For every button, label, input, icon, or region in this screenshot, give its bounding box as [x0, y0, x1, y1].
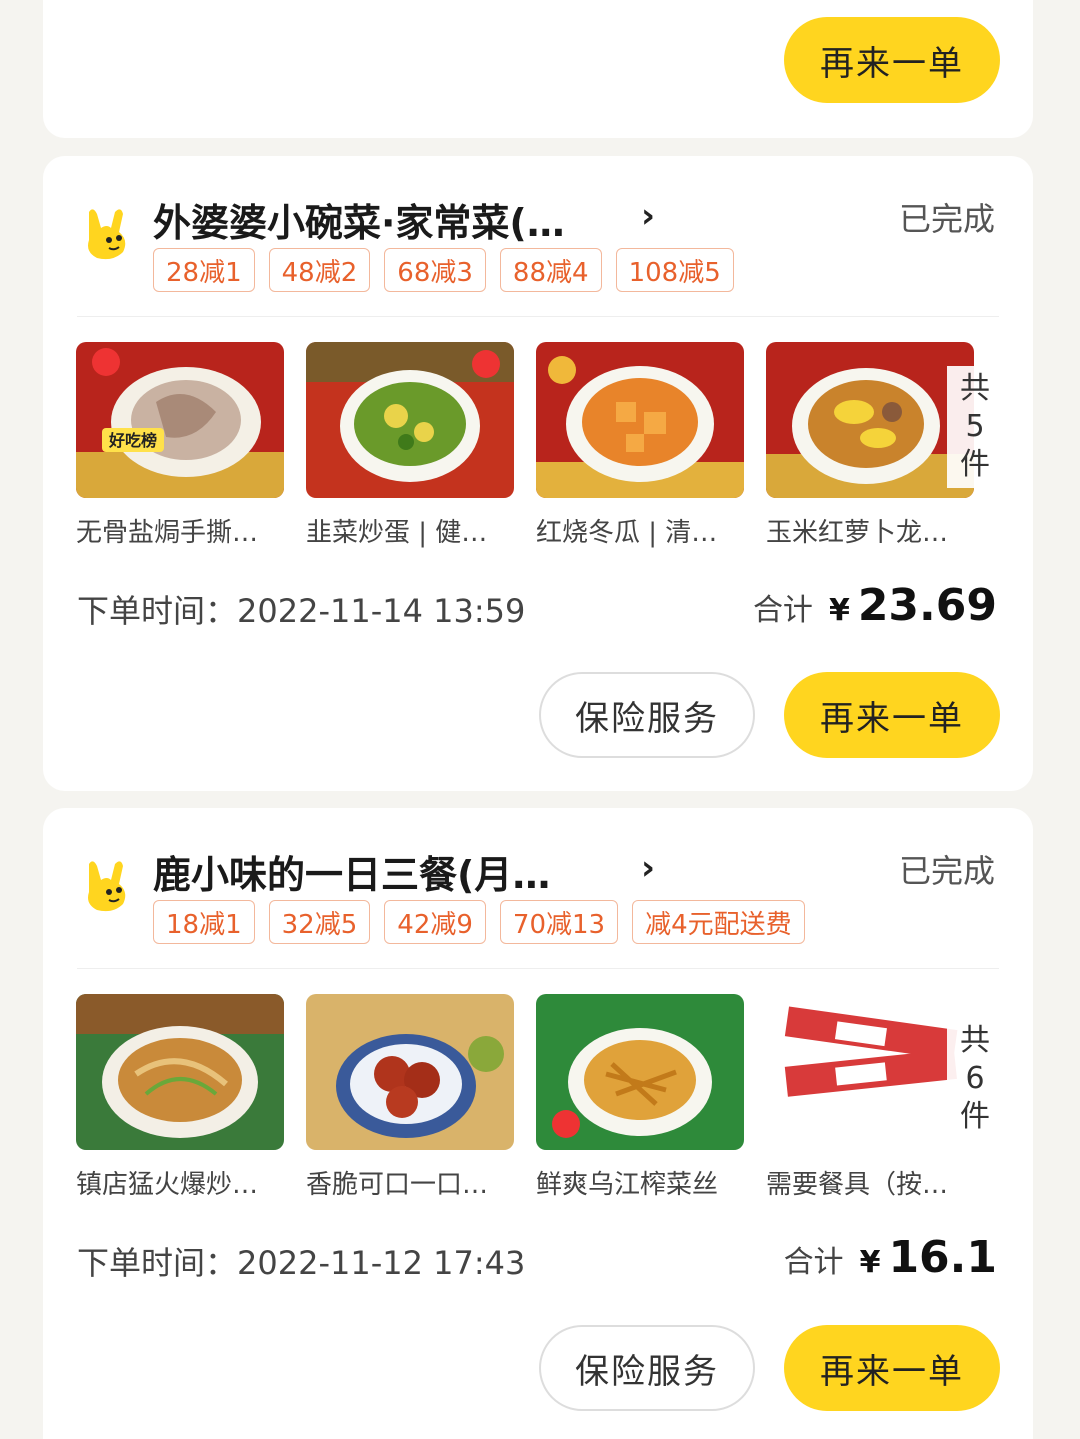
promo-tag: 28减1 [153, 248, 255, 292]
total-amount: 23.69 [857, 580, 997, 631]
chevron-right-icon[interactable]: › [641, 196, 655, 236]
food-image [766, 342, 974, 498]
reorder-button[interactable]: 再来一单 [784, 17, 1000, 103]
promo-tag: 68减3 [384, 248, 486, 292]
order-card: 鹿小味的一日三餐(月… › 已完成 18减1 32减5 42减9 70减13 减… [43, 808, 1033, 1439]
order-item[interactable]: 香脆可口一口… [306, 994, 514, 1201]
order-card: 外婆婆小碗菜·家常菜(… › 已完成 28减1 48减2 68减3 88减4 1… [43, 156, 1033, 791]
shop-logo-icon [88, 209, 126, 260]
promo-tag: 88减4 [499, 248, 602, 292]
item-list[interactable]: 镇店猛火爆炒… 香脆可口一口… 鲜爽乌江榨菜丝 需要餐具（按… [76, 994, 974, 1201]
item-name: 韭菜炒蛋 | 健… [306, 518, 488, 548]
food-image [306, 994, 514, 1150]
order-total: 合计 ¥ 23.69 [752, 580, 997, 631]
food-image [76, 994, 284, 1150]
insurance-button[interactable]: 保险服务 [539, 1325, 755, 1411]
order-status: 已完成 [898, 200, 995, 238]
insurance-button[interactable]: 保险服务 [539, 672, 755, 758]
divider [77, 316, 999, 317]
order-time: 下单时间：2022-11-12 17:43 [77, 1244, 526, 1282]
shop-logo-icon [88, 861, 126, 912]
promo-tag: 108减5 [615, 248, 734, 292]
promo-tags: 28减1 48减2 68减3 88减4 108减5 [153, 248, 734, 292]
order-item[interactable]: 鲜爽乌江榨菜丝 [536, 994, 744, 1201]
divider [77, 968, 999, 969]
promo-tag: 32减5 [268, 900, 371, 944]
order-status: 已完成 [898, 852, 995, 890]
item-name: 香脆可口一口… [306, 1170, 489, 1200]
promo-tags: 18减1 32减5 42减9 70减13 减4元配送费 [153, 900, 805, 944]
order-item[interactable]: 韭菜炒蛋 | 健… [306, 342, 514, 549]
svg-text:好吃榜: 好吃榜 [108, 431, 157, 450]
order-card-previous: 再来一单 [43, 0, 1033, 138]
total-amount: 16.1 [888, 1232, 997, 1283]
food-image [536, 994, 744, 1150]
shop-name[interactable]: 外婆婆小碗菜·家常菜(… [153, 192, 565, 247]
order-item[interactable]: 需要餐具（按… [766, 994, 974, 1201]
item-name: 镇店猛火爆炒… [76, 1170, 259, 1200]
reorder-button[interactable]: 再来一单 [784, 1325, 1000, 1411]
item-name: 玉米红萝卜龙… [766, 518, 949, 548]
promo-tag: 减4元配送费 [632, 900, 805, 944]
promo-tag: 18减1 [153, 900, 255, 944]
promo-tag: 42减9 [384, 900, 486, 944]
food-image [766, 994, 974, 1150]
item-list[interactable]: 好吃榜 无骨盐焗手撕… 韭菜炒蛋 | 健… 红烧冬瓜 | 清… 玉米红萝卜龙… [76, 342, 974, 549]
promo-tag: 48减2 [268, 248, 371, 292]
chevron-right-icon[interactable]: › [641, 848, 655, 888]
reorder-button[interactable]: 再来一单 [784, 672, 1000, 758]
food-image [536, 342, 744, 498]
order-total: 合计 ¥ 16.1 [783, 1232, 997, 1283]
order-time: 下单时间：2022-11-14 13:59 [77, 592, 526, 630]
food-image: 好吃榜 [76, 342, 284, 498]
food-image [306, 342, 514, 498]
order-item[interactable]: 好吃榜 无骨盐焗手撕… [76, 342, 284, 549]
shop-name[interactable]: 鹿小味的一日三餐(月… [153, 844, 550, 899]
item-name: 无骨盐焗手撕… [76, 518, 259, 548]
item-name: 红烧冬瓜 | 清… [536, 518, 718, 548]
item-name: 鲜爽乌江榨菜丝 [536, 1170, 719, 1200]
item-count[interactable]: 共 5 件 [947, 366, 1003, 488]
order-item[interactable]: 玉米红萝卜龙… [766, 342, 974, 549]
item-name: 需要餐具（按… [766, 1170, 949, 1200]
order-item[interactable]: 红烧冬瓜 | 清… [536, 342, 744, 549]
promo-tag: 70减13 [499, 900, 619, 944]
order-item[interactable]: 镇店猛火爆炒… [76, 994, 284, 1201]
item-count[interactable]: 共 6 件 [947, 1018, 1003, 1140]
